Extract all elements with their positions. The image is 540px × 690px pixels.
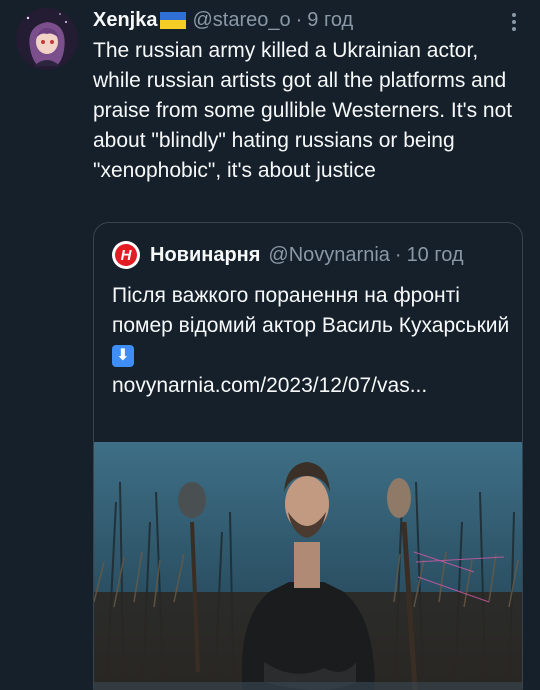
tweet[interactable]: Xenjka @stareo_o · 9 год The russian arm… [0, 0, 540, 690]
avatar[interactable] [16, 8, 78, 70]
tweet-text: The russian army killed a Ukrainian acto… [93, 39, 513, 182]
quoted-tweet-headline: Після важкого поранення на фронті помер … [112, 284, 510, 337]
tweet-body: Xenjka @stareo_o · 9 год The russian arm… [93, 8, 523, 186]
separator-dot: · [295, 8, 303, 31]
quoted-author-name[interactable]: Новинарня [150, 244, 260, 267]
quoted-tweet-image[interactable] [94, 442, 522, 690]
ukraine-flag-icon [160, 11, 187, 29]
quoted-tweet-text: Після важкого поранення на фронті помер … [112, 281, 512, 401]
avatar-illustration [16, 8, 78, 70]
separator-dot: · [394, 243, 402, 266]
quoted-tweet-link[interactable]: novynarnia.com/2023/12/07/vas... [112, 371, 512, 401]
author-name[interactable]: Xenjka [93, 9, 157, 32]
quoted-tweet-timestamp[interactable]: 10 год [407, 244, 464, 267]
tweet-header: Xenjka @stareo_o · 9 год [93, 8, 523, 32]
quoted-tweet[interactable]: H Новинарня @Novynarnia · 10 год Після в… [93, 222, 523, 690]
novynarnia-logo-icon[interactable]: H [112, 241, 140, 269]
quoted-tweet-header: H Новинарня @Novynarnia · 10 год [112, 241, 464, 269]
quoted-author-handle[interactable]: @Novynarnia [268, 244, 389, 267]
tweet-timestamp[interactable]: 9 год [307, 9, 353, 32]
actor-photo [94, 442, 522, 690]
down-arrow-icon: ⬇ [112, 345, 134, 368]
author-handle[interactable]: @stareo_o [192, 9, 290, 32]
more-options-icon[interactable] [504, 10, 524, 34]
